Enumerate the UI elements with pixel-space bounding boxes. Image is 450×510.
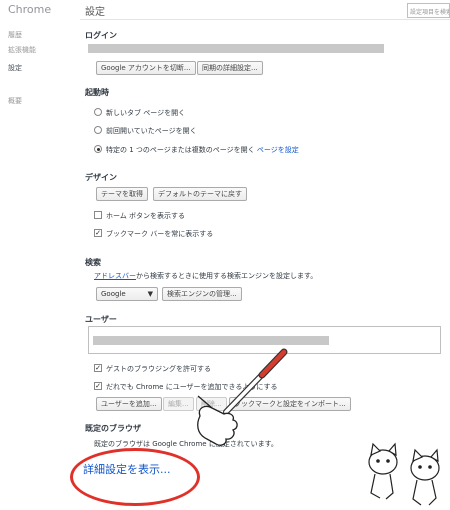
radio-label-continue: 前回開いていたページを開く <box>106 127 197 135</box>
radio-label-specific-pages: 特定の 1 つのページまたは複数のページを開く ページを設定 <box>106 145 299 155</box>
search-engine-select[interactable]: Google ▼ <box>96 287 158 301</box>
page-title: 設定 <box>85 7 105 18</box>
annotation-circle <box>70 448 200 506</box>
radio-label-new-tab: 新しいタブ ページを開く <box>106 109 186 117</box>
search-description-text: から検索するときに使用する検索エンジンを設定します。 <box>136 272 318 280</box>
sidebar-item-settings[interactable]: 設定 <box>8 63 22 73</box>
reset-theme-button[interactable]: デフォルトのテーマに戻す <box>153 187 247 201</box>
sidebar-item-history[interactable]: 履歴 <box>8 30 22 40</box>
sidebar-item-extensions[interactable]: 拡張機能 <box>8 45 36 55</box>
delete-user-button[interactable]: 削除... <box>196 397 227 411</box>
checkbox-label-home-button: ホーム ボタンを表示する <box>106 212 186 220</box>
header-divider <box>80 19 450 20</box>
search-description: アドレスバーから検索するときに使用する検索エンジンを設定します。 <box>94 271 317 281</box>
radio-specific-pages[interactable] <box>94 145 102 153</box>
sidebar-item-about[interactable]: 概要 <box>8 96 22 106</box>
checkbox-allow-add-users[interactable]: ✓ <box>94 382 102 390</box>
user-list[interactable] <box>88 326 441 354</box>
manage-search-engines-button[interactable]: 検索エンジンの管理... <box>162 287 242 301</box>
search-engine-value: Google <box>101 290 126 298</box>
section-title-design: デザイン <box>85 173 117 182</box>
radio-new-tab[interactable] <box>94 108 102 116</box>
default-browser-status: 既定のブラウザは Google Chrome に設定されています。 <box>94 440 278 448</box>
edit-user-button[interactable]: 編集... <box>163 397 194 411</box>
checkbox-bookmarks-bar[interactable]: ✓ <box>94 229 102 237</box>
checkbox-home-button[interactable] <box>94 211 102 219</box>
checkbox-guest-browsing[interactable]: ✓ <box>94 364 102 372</box>
address-bar-link[interactable]: アドレスバー <box>94 272 136 280</box>
checkbox-label-allow-add-users: だれでも Chrome にユーザーを追加できるようにする <box>106 383 278 391</box>
get-themes-button[interactable]: テーマを取得 <box>96 187 148 201</box>
chrome-brand: Chrome <box>8 3 52 16</box>
section-title-login: ログイン <box>85 31 117 40</box>
radio-continue[interactable] <box>94 126 102 134</box>
search-input[interactable]: 設定項目を検索 <box>407 3 450 18</box>
add-user-button[interactable]: ユーザーを追加... <box>96 397 162 411</box>
section-title-search: 検索 <box>85 258 101 267</box>
redacted-user-name <box>93 336 329 345</box>
section-title-default-browser: 既定のブラウザ <box>85 424 141 433</box>
checkbox-label-guest-browsing: ゲストのブラウジングを許可する <box>106 365 211 373</box>
section-title-users: ユーザー <box>85 315 117 324</box>
redacted-account-info <box>88 44 384 53</box>
specific-pages-text: 特定の 1 つのページまたは複数のページを開く <box>106 146 255 154</box>
set-pages-link[interactable]: ページを設定 <box>257 146 299 154</box>
dropdown-arrow-icon: ▼ <box>147 290 153 298</box>
import-bookmarks-button[interactable]: ブックマークと設定をインポート... <box>229 397 351 411</box>
disconnect-account-button[interactable]: Google アカウントを切断... <box>96 61 196 75</box>
sidebar: Chrome 履歴 拡張機能 設定 概要 <box>0 0 80 510</box>
sync-settings-button[interactable]: 同期の詳細設定... <box>197 61 263 75</box>
settings-main: 設定 設定項目を検索 ログイン Google アカウントを切断... 同期の詳細… <box>80 0 450 510</box>
checkbox-label-bookmarks-bar: ブックマーク バーを常に表示する <box>106 230 214 238</box>
section-title-startup: 起動時 <box>85 88 109 97</box>
